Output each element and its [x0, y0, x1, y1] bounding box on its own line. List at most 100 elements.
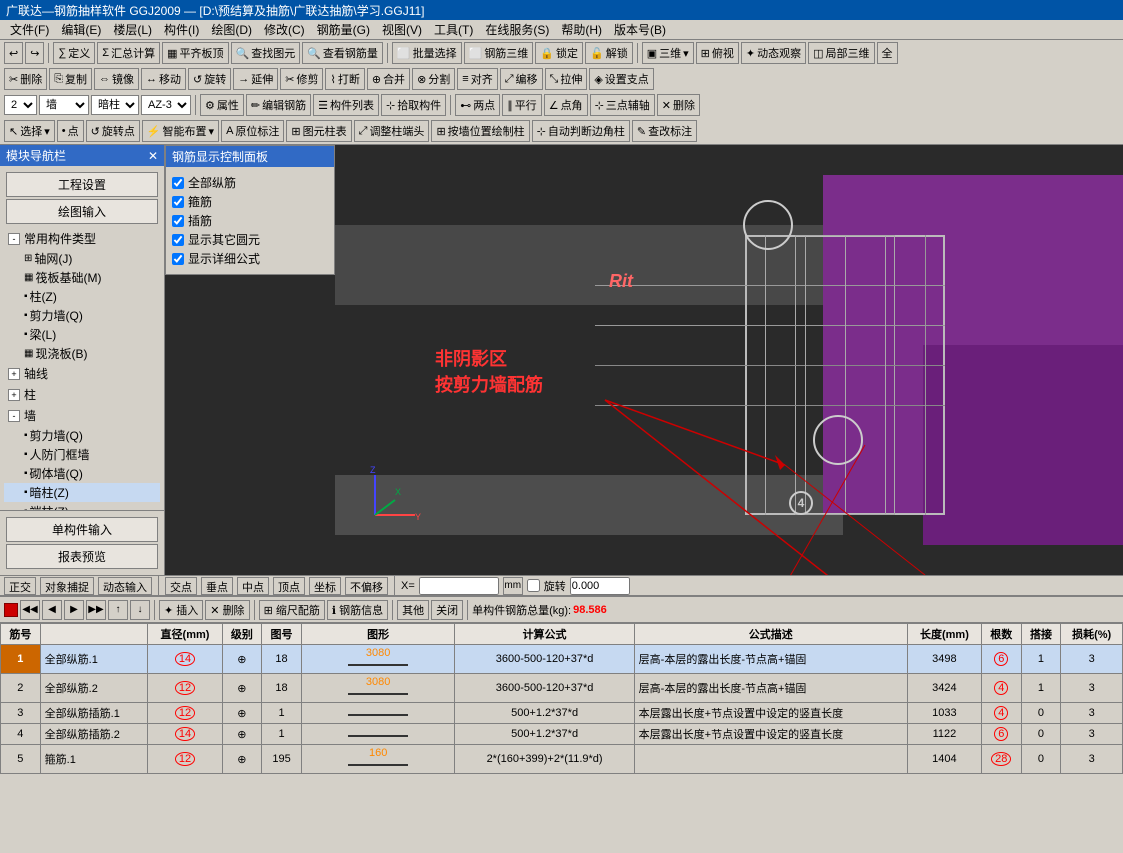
- tree-end-column[interactable]: ▪ 端柱(Z): [4, 502, 160, 510]
- menu-component[interactable]: 构件(I): [158, 19, 205, 40]
- tree-common-types[interactable]: - 常用构件类型: [4, 228, 160, 249]
- btn-mirror[interactable]: ⇔ 镜像: [94, 68, 139, 90]
- table-row[interactable]: 5箍筋.112⊕1951602*(160+399)+2*(11.9*d)1404…: [1, 745, 1123, 774]
- tree-hidden-column[interactable]: ▪ 暗柱(Z): [4, 483, 160, 502]
- btn-batch-select[interactable]: ⬜ 批量选择: [392, 42, 462, 64]
- table-row[interactable]: 3全部纵筋插筋.112⊕1500+1.2*37*d本层露出长度+节点设置中设定的…: [1, 703, 1123, 724]
- btn-nav-next[interactable]: ▶: [64, 600, 84, 620]
- sidebar-close-icon[interactable]: ✕: [148, 149, 158, 163]
- btn-intersection[interactable]: 交点: [165, 577, 197, 595]
- btn-no-offset[interactable]: 不偏移: [345, 577, 388, 595]
- btn-close[interactable]: 关闭: [431, 600, 463, 620]
- btn-delete[interactable]: ✂ 删除: [4, 68, 47, 90]
- tree-masonry-wall[interactable]: ▪ 砌体墙(Q): [4, 464, 160, 483]
- btn-rotate-point[interactable]: ↺ 旋转点: [86, 120, 140, 142]
- btn-move[interactable]: ↔ 移动: [141, 68, 186, 90]
- tree-civil-defense[interactable]: ▪ 人防门框墙: [4, 445, 160, 464]
- tree-axis[interactable]: ⊞ 轴网(J): [4, 249, 160, 268]
- az-select[interactable]: AZ-3: [141, 95, 191, 115]
- menu-version[interactable]: 版本号(B): [608, 19, 672, 40]
- rotate-input[interactable]: [570, 577, 630, 595]
- btn-split[interactable]: ⊗ 分割: [412, 68, 455, 90]
- btn-top-view[interactable]: ⊞ 俯视: [696, 42, 739, 64]
- menu-help[interactable]: 帮助(H): [555, 19, 608, 40]
- table-row[interactable]: 2全部纵筋.212⊕1830803600-500-120+37*d层高-本层的露…: [1, 674, 1123, 703]
- cb-other-input[interactable]: [172, 234, 184, 246]
- btn-unlock[interactable]: 🔓 解锁: [585, 42, 633, 64]
- menu-file[interactable]: 文件(F): [4, 19, 55, 40]
- btn-nav-first[interactable]: ◀◀: [20, 600, 40, 620]
- btn-property[interactable]: ⚙ 属性: [200, 94, 244, 116]
- btn-other[interactable]: 其他: [397, 600, 429, 620]
- tree-shear-wall[interactable]: ▪ 剪力墙(Q): [4, 306, 160, 325]
- btn-stretch[interactable]: ⤡ 拉伸: [545, 68, 588, 90]
- btn-column-table[interactable]: ⊞ 图元柱表: [286, 120, 351, 142]
- canvas-area[interactable]: 钢筋显示控制面板 全部纵筋 箍筋 插筋 显示其它圆元: [165, 145, 1123, 575]
- btn-component-list[interactable]: ☰ 构件列表: [313, 94, 379, 116]
- btn-auto-corner[interactable]: ⊹ 自动判断边角柱: [532, 120, 630, 142]
- btn-calculate[interactable]: Σ 汇总计算: [97, 42, 160, 64]
- btn-redo[interactable]: ↪: [25, 42, 44, 64]
- btn-delete-axis[interactable]: ✕ 删除: [657, 94, 700, 116]
- btn-dynamic-input[interactable]: 动态输入: [98, 577, 152, 595]
- rotate-checkbox[interactable]: [527, 579, 540, 592]
- component-type-select[interactable]: 暗柱: [91, 95, 139, 115]
- tree-slab[interactable]: ▦ 现浇板(B): [4, 344, 160, 363]
- btn-trim[interactable]: ✂ 修剪: [280, 68, 323, 90]
- btn-single-input[interactable]: 单构件输入: [6, 517, 158, 542]
- btn-define[interactable]: ∑ 定义: [53, 42, 95, 64]
- menu-online[interactable]: 在线服务(S): [479, 19, 555, 40]
- btn-select[interactable]: ↖ 选择 ▾: [4, 120, 55, 142]
- btn-align[interactable]: ≡ 对齐: [457, 68, 497, 90]
- btn-view-rebar[interactable]: 🔍 查看钢筋量: [302, 42, 383, 64]
- btn-three-point[interactable]: ⊹ 三点辅轴: [590, 94, 655, 116]
- table-row[interactable]: 4全部纵筋插筋.214⊕1500+1.2*37*d本层露出长度+节点设置中设定的…: [1, 724, 1123, 745]
- btn-set-support[interactable]: ◈ 设置支点: [589, 68, 653, 90]
- tree-column-section[interactable]: + 柱: [4, 384, 160, 405]
- menu-modify[interactable]: 修改(C): [258, 19, 311, 40]
- tree-wall-section[interactable]: - 墙: [4, 405, 160, 426]
- btn-two-point[interactable]: ⊷ 两点: [455, 94, 500, 116]
- cb-formula-input[interactable]: [172, 253, 184, 265]
- tree-beam[interactable]: ▪ 梁(L): [4, 325, 160, 344]
- menu-edit[interactable]: 编辑(E): [55, 19, 107, 40]
- table-container[interactable]: 筋号 直径(mm) 级别 图号 图形 计算公式 公式描述 长度(mm) 根数 搭…: [0, 623, 1123, 801]
- cb-stirrup-input[interactable]: [172, 196, 184, 208]
- btn-original-mark[interactable]: A 原位标注: [221, 120, 284, 142]
- table-row[interactable]: 1全部纵筋.114⊕1830803600-500-120+37*d层高-本层的露…: [1, 645, 1123, 674]
- btn-orthogonal[interactable]: 正交: [4, 577, 36, 595]
- menu-tools[interactable]: 工具(T): [428, 19, 479, 40]
- btn-extend[interactable]: → 延伸: [233, 68, 278, 90]
- btn-obj-snap[interactable]: 对象捕捉: [40, 577, 94, 595]
- btn-copy[interactable]: ⎘ 复制: [49, 68, 92, 90]
- btn-edit-rebar[interactable]: ✏ 编辑钢筋: [246, 94, 311, 116]
- btn-perp[interactable]: 垂点: [201, 577, 233, 595]
- menu-floor[interactable]: 楼层(L): [107, 19, 158, 40]
- sidebar-eng-draw[interactable]: 绘图输入: [6, 199, 158, 224]
- btn-coord[interactable]: 坐标: [309, 577, 341, 595]
- btn-check-mark[interactable]: ✎ 查改标注: [632, 120, 697, 142]
- btn-level-top[interactable]: ▦ 平齐板顶: [162, 42, 228, 64]
- btn-point-draw[interactable]: • 点: [57, 120, 84, 142]
- btn-3d[interactable]: ▣ 三维 ▾: [642, 42, 694, 64]
- sidebar-eng-settings[interactable]: 工程设置: [6, 172, 158, 197]
- btn-nav-last[interactable]: ▶▶: [86, 600, 106, 620]
- btn-dynamic-view[interactable]: ✦ 动态观察: [741, 42, 806, 64]
- tree-column[interactable]: ▪ 柱(Z): [4, 287, 160, 306]
- btn-adjust-column[interactable]: ⤢ 调整柱端头: [354, 120, 430, 142]
- btn-nav-down[interactable]: ↓: [130, 600, 150, 620]
- btn-parallel[interactable]: ∥ 平行: [502, 94, 542, 116]
- btn-draw-column[interactable]: ⊞ 按墙位置绘制柱: [431, 120, 529, 142]
- menu-draw[interactable]: 绘图(D): [205, 19, 258, 40]
- btn-rebar-3d[interactable]: ⬜ 钢筋三维: [464, 42, 534, 64]
- btn-vertex[interactable]: 顶点: [273, 577, 305, 595]
- btn-report-preview[interactable]: 报表预览: [6, 544, 158, 569]
- tree-raft[interactable]: ▦ 筏板基础(M): [4, 268, 160, 287]
- btn-rotate[interactable]: ↺ 旋转: [188, 68, 231, 90]
- btn-table-delete[interactable]: ✕ 删除: [205, 600, 249, 620]
- menu-view[interactable]: 视图(V): [376, 19, 428, 40]
- btn-insert[interactable]: ✦ 插入: [159, 600, 203, 620]
- btn-midpoint[interactable]: 中点: [237, 577, 269, 595]
- btn-nav-prev[interactable]: ◀: [42, 600, 62, 620]
- menu-rebar[interactable]: 钢筋量(G): [311, 19, 376, 40]
